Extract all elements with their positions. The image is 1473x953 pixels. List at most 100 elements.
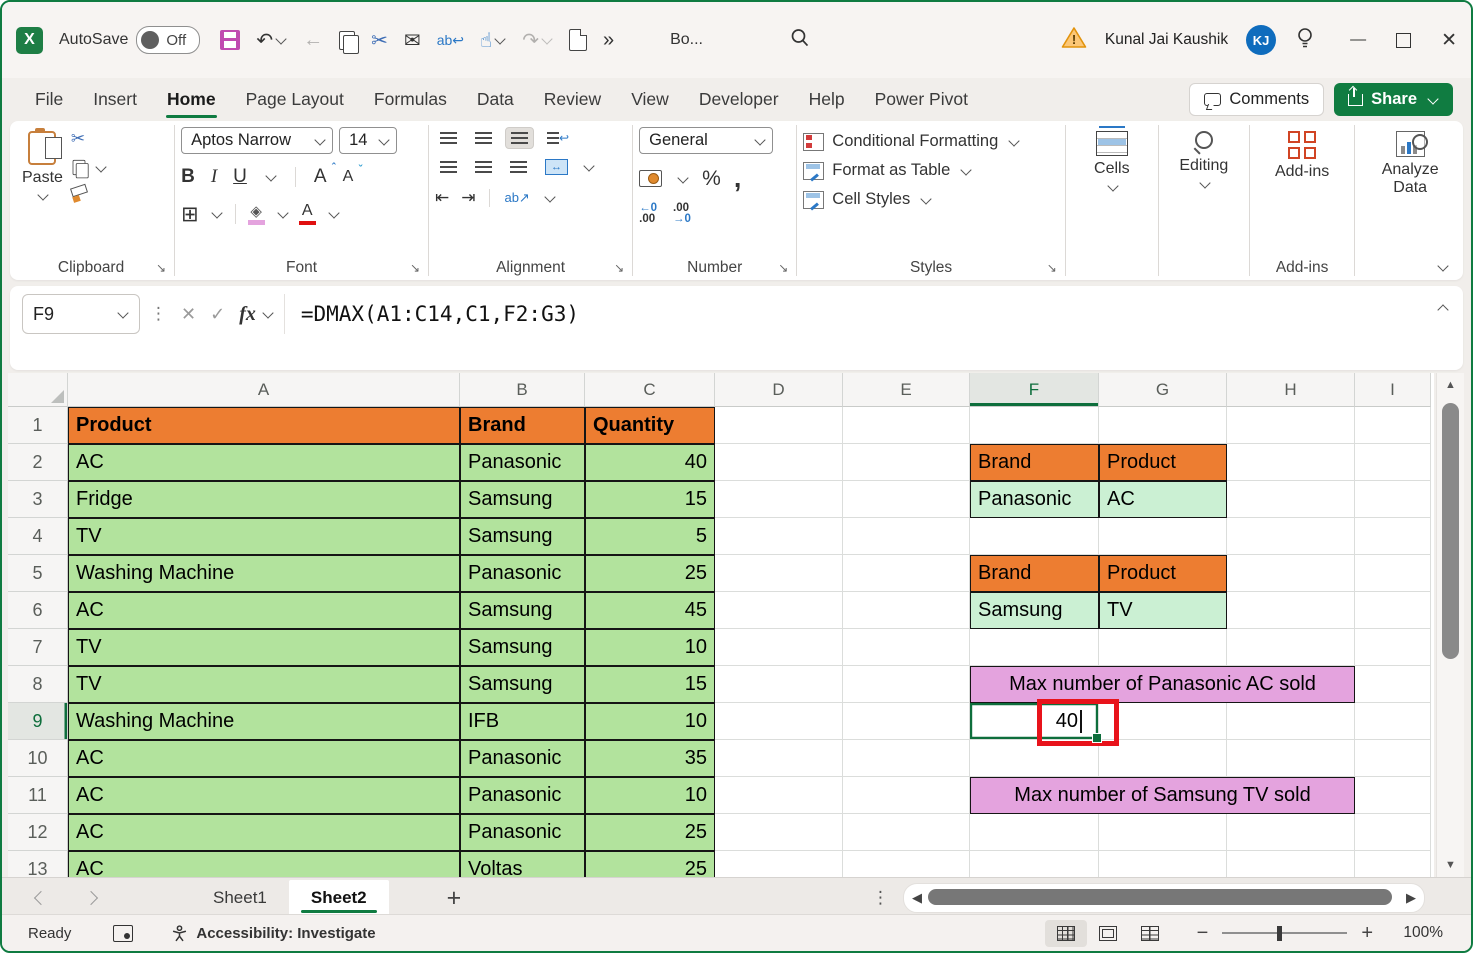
row-header-2[interactable]: 2 [8, 444, 68, 481]
minimize-button[interactable]: — [1350, 31, 1366, 49]
touch-mode-icon[interactable]: ☝ [480, 28, 506, 53]
zoom-in-button[interactable]: + [1361, 922, 1373, 945]
cell-C7[interactable]: 10 [585, 629, 715, 666]
cell-D5[interactable] [715, 555, 843, 592]
cell-D1[interactable] [715, 407, 843, 444]
autosave-toggle[interactable]: Off [136, 26, 200, 54]
macro-record-icon[interactable] [113, 925, 133, 942]
cut-button[interactable]: ✂ [71, 129, 107, 149]
row-header-11[interactable]: 11 [8, 777, 68, 814]
comma-style-button[interactable]: , [734, 163, 742, 194]
cell-I10[interactable] [1355, 740, 1431, 777]
save-icon[interactable] [220, 30, 240, 50]
scroll-up-icon[interactable]: ▲ [1437, 379, 1464, 391]
cell-I13[interactable] [1355, 851, 1431, 877]
borders-button[interactable]: ⊞ [181, 202, 199, 227]
cell-C1[interactable]: Quantity [585, 407, 715, 444]
cell-A11[interactable]: AC [68, 777, 460, 814]
cell-B7[interactable]: Samsung [460, 629, 585, 666]
cell-C9[interactable]: 10 [585, 703, 715, 740]
cell-A5[interactable]: Washing Machine [68, 555, 460, 592]
scrollbar-grip-icon[interactable]: ⋮ [872, 888, 889, 908]
cells-button[interactable]: Cells [1086, 127, 1138, 196]
cell-G7[interactable] [1099, 629, 1227, 666]
cell-A12[interactable]: AC [68, 814, 460, 851]
copy-button[interactable] [71, 158, 107, 177]
font-dialog-launcher[interactable]: ↘ [410, 261, 420, 275]
insert-function-icon[interactable]: fx [239, 303, 256, 326]
format-as-table-button[interactable]: Format as Table [803, 161, 972, 180]
vertical-scroll-thumb[interactable] [1442, 403, 1459, 659]
analyze-data-button[interactable]: Analyze Data [1361, 127, 1459, 201]
cell-G5[interactable]: Product [1099, 555, 1227, 592]
cell-F12[interactable] [970, 814, 1099, 851]
share-button[interactable]: Share [1334, 83, 1453, 116]
copy-icon[interactable] [339, 31, 355, 50]
cell-D8[interactable] [715, 666, 843, 703]
row-header-3[interactable]: 3 [8, 481, 68, 518]
zoom-slider[interactable] [1222, 932, 1347, 935]
cell-I8[interactable] [1355, 666, 1431, 703]
fill-color-button[interactable]: ◈ [248, 204, 265, 225]
column-header-I[interactable]: I [1355, 373, 1431, 407]
tab-home[interactable]: Home [152, 83, 231, 116]
cell-I9[interactable] [1355, 703, 1431, 740]
cell-C8[interactable]: 15 [585, 666, 715, 703]
cell-I5[interactable] [1355, 555, 1431, 592]
cell-F3[interactable]: Panasonic [970, 481, 1099, 518]
tab-formulas[interactable]: Formulas [359, 83, 462, 116]
cell-E10[interactable] [843, 740, 970, 777]
cell-D6[interactable] [715, 592, 843, 629]
row-header-4[interactable]: 4 [8, 518, 68, 555]
mail-icon[interactable]: ✉ [404, 28, 421, 53]
cell-E6[interactable] [843, 592, 970, 629]
column-header-A[interactable]: A [68, 373, 460, 407]
warning-icon[interactable]: ! [1061, 26, 1087, 54]
cell-A8[interactable]: TV [68, 666, 460, 703]
column-header-E[interactable]: E [843, 373, 970, 407]
cell-E8[interactable] [843, 666, 970, 703]
tab-help[interactable]: Help [794, 83, 860, 116]
status-mode[interactable]: Ready [28, 925, 71, 942]
cell-G4[interactable] [1099, 518, 1227, 555]
cancel-icon[interactable]: ✕ [181, 304, 196, 325]
align-right-button[interactable] [505, 157, 532, 177]
column-header-C[interactable]: C [585, 373, 715, 407]
decrease-indent-button[interactable]: ⇤ [435, 188, 449, 208]
row-header-6[interactable]: 6 [8, 592, 68, 629]
horizontal-scrollbar[interactable]: ◀ ▶ [903, 883, 1425, 913]
cell-B13[interactable]: Voltas [460, 851, 585, 877]
cell-E9[interactable] [843, 703, 970, 740]
cell-H7[interactable] [1227, 629, 1355, 666]
cell-F11[interactable]: Max number of Samsung TV sold [970, 777, 1355, 814]
conditional-formatting-button[interactable]: Conditional Formatting [803, 132, 1020, 151]
font-color-button[interactable]: A [299, 203, 316, 225]
vertical-scrollbar[interactable]: ▲ ▼ [1436, 373, 1464, 877]
cell-G13[interactable] [1099, 851, 1227, 877]
cell-A10[interactable]: AC [68, 740, 460, 777]
cell-I4[interactable] [1355, 518, 1431, 555]
accessibility-status[interactable]: Accessibility: Investigate [171, 925, 375, 942]
row-header-1[interactable]: 1 [8, 407, 68, 444]
cell-G12[interactable] [1099, 814, 1227, 851]
cell-F9[interactable]: 40 [970, 703, 1099, 740]
user-name[interactable]: Kunal Jai Kaushik [1105, 31, 1228, 49]
zoom-level[interactable]: 100% [1395, 924, 1443, 942]
cell-A13[interactable]: AC [68, 851, 460, 877]
cell-A1[interactable]: Product [68, 407, 460, 444]
formula-input[interactable]: =DMAX(A1:C14,C1,F2:G3) [301, 302, 579, 326]
sheet-tab-sheet2[interactable]: Sheet2 [289, 880, 389, 916]
cell-F13[interactable] [970, 851, 1099, 877]
comments-button[interactable]: Comments [1189, 83, 1324, 116]
lightbulb-icon[interactable] [1294, 26, 1316, 55]
zoom-slider-handle[interactable] [1277, 926, 1282, 941]
autosave-control[interactable]: AutoSave Off [59, 26, 200, 54]
percent-style-button[interactable]: % [702, 167, 721, 191]
cell-D10[interactable] [715, 740, 843, 777]
bottom-align-button[interactable] [505, 127, 534, 149]
column-header-H[interactable]: H [1227, 373, 1355, 407]
middle-align-button[interactable] [470, 128, 497, 148]
cell-I6[interactable] [1355, 592, 1431, 629]
top-align-button[interactable] [435, 128, 462, 148]
cell-D3[interactable] [715, 481, 843, 518]
